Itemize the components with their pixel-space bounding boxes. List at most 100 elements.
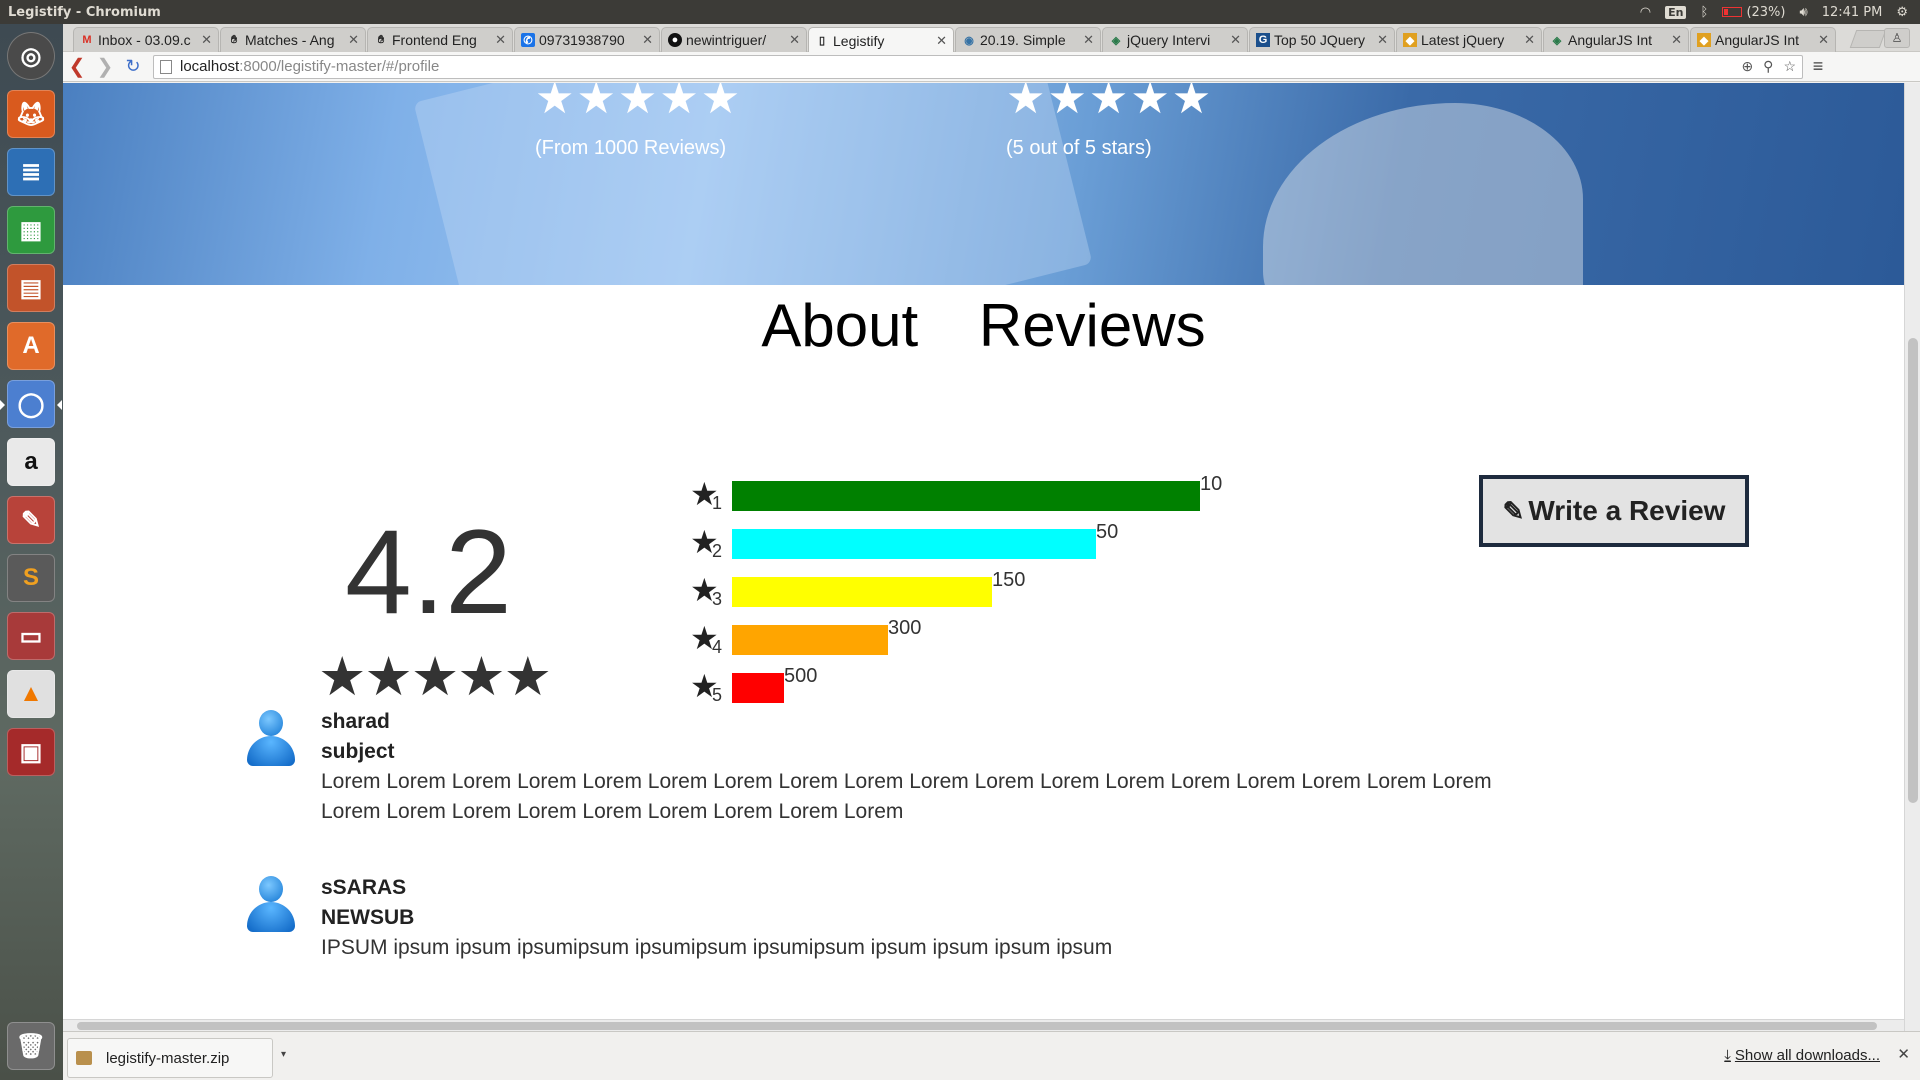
- page-info-icon[interactable]: [160, 59, 172, 74]
- user-avatar-icon: [243, 710, 299, 768]
- hero-review-count: (From 1000 Reviews): [535, 137, 727, 159]
- battery-indicator[interactable]: (23%): [1722, 5, 1785, 20]
- close-tab-icon[interactable]: ✕: [936, 33, 947, 49]
- url-host: localhost: [180, 58, 240, 75]
- browser-tab[interactable]: ◈ AngularJS Int ✕: [1543, 27, 1689, 52]
- browser-tab[interactable]: ● newintriguer/ ✕: [661, 27, 807, 52]
- browser-tab[interactable]: ✆ 09731938790 ✕: [514, 27, 660, 52]
- address-bar[interactable]: localhost:8000/legistify-master/#/profil…: [153, 54, 1803, 79]
- amazon-icon[interactable]: a: [7, 438, 55, 486]
- browser-tab[interactable]: M Inbox - 03.09.c ✕: [73, 27, 219, 52]
- close-tab-icon[interactable]: ✕: [1524, 32, 1535, 48]
- review-body: Lorem Lorem Lorem Lorem Lorem Lorem Lore…: [321, 770, 1492, 823]
- badge-icon: ◆: [1697, 33, 1711, 47]
- hero-rating-caption: (5 out of 5 stars): [1006, 137, 1152, 159]
- rating-bar-category: 2: [712, 541, 723, 561]
- horizontal-scroll-thumb[interactable]: [77, 1022, 1877, 1030]
- battery-percent: (23%): [1746, 4, 1786, 20]
- window-title: Legistify - Chromium: [8, 4, 161, 20]
- archive-manager-icon[interactable]: ▭: [7, 612, 55, 660]
- close-tab-icon[interactable]: ✕: [1083, 32, 1094, 48]
- close-tab-icon[interactable]: ✕: [1377, 32, 1388, 48]
- clock[interactable]: 12:41 PM: [1822, 5, 1883, 20]
- vlc-icon[interactable]: ▲: [7, 670, 55, 718]
- gmail-icon: M: [82, 34, 92, 46]
- volume-icon[interactable]: 🔊︎: [1799, 5, 1807, 20]
- browser-tab[interactable]: ◈ jQuery Intervi ✕: [1102, 27, 1248, 52]
- wifi-icon[interactable]: ◠: [1640, 5, 1651, 20]
- back-button[interactable]: ❮: [63, 53, 91, 81]
- tab-label: Inbox - 03.09.c: [98, 32, 191, 48]
- rating-bar-category: 4: [712, 637, 723, 657]
- close-downloads-bar-icon[interactable]: ✕: [1897, 1045, 1910, 1063]
- firefox-icon[interactable]: 🦊︎: [7, 90, 55, 138]
- user-profile-icon[interactable]: ♙: [1884, 28, 1910, 48]
- tab-label: Legistify: [833, 32, 885, 49]
- software-center-icon[interactable]: A: [7, 322, 55, 370]
- close-tab-icon[interactable]: ✕: [495, 32, 506, 48]
- browser-tab[interactable]: ◉ 20.19. Simple ✕: [955, 27, 1101, 52]
- sublime-text-icon[interactable]: S: [7, 554, 55, 602]
- github-icon: ●: [668, 33, 682, 47]
- keyboard-language-indicator[interactable]: En: [1665, 5, 1687, 19]
- close-tab-icon[interactable]: ✕: [348, 32, 359, 48]
- show-all-downloads-label: Show all downloads...: [1734, 1047, 1880, 1064]
- tab-label: AngularJS Int: [1715, 32, 1800, 48]
- rating-bar: [732, 481, 1200, 511]
- back-arrow-icon: ❮: [68, 56, 86, 78]
- close-tab-icon[interactable]: ✕: [789, 32, 800, 48]
- dash-home-icon[interactable]: ◎: [7, 32, 55, 80]
- trash-icon[interactable]: 🗑︎: [7, 1022, 55, 1070]
- bluetooth-icon[interactable]: ᛒ: [1700, 5, 1708, 20]
- close-tab-icon[interactable]: ✕: [1818, 32, 1829, 48]
- tab-label: Matches - Ang: [245, 32, 335, 48]
- close-tab-icon[interactable]: ✕: [1230, 32, 1241, 48]
- tab-reviews[interactable]: Reviews: [979, 292, 1206, 359]
- browser-tab[interactable]: ✋︎ Matches - Ang ✕: [220, 27, 366, 52]
- review-subject: subject: [321, 740, 395, 763]
- calc-icon[interactable]: ▦: [7, 206, 55, 254]
- close-tab-icon[interactable]: ✕: [201, 32, 212, 48]
- download-item[interactable]: legistify-master.zip ▾: [67, 1038, 286, 1078]
- badge-icon: ◆: [1403, 33, 1417, 47]
- browser-tab[interactable]: ◆ Latest jQuery ✕: [1396, 27, 1542, 52]
- download-filename: legistify-master.zip: [106, 1049, 230, 1067]
- bookmark-star-icon[interactable]: ☆: [1783, 58, 1796, 75]
- browser-tab[interactable]: ◆ AngularJS Int ✕: [1690, 27, 1836, 52]
- rating-bar: [732, 625, 888, 655]
- page-viewport: ★★★★★ (From 1000 Reviews) ★★★★★ (5 out o…: [63, 83, 1904, 1019]
- writer-icon[interactable]: ≣: [7, 148, 55, 196]
- terminal-app-icon[interactable]: ▣: [7, 728, 55, 776]
- browser-tab[interactable]: ✋︎ Frontend Eng ✕: [367, 27, 513, 52]
- browser-tab-active[interactable]: ▯ Legistify ✕: [808, 27, 954, 53]
- phone-icon: ✆: [521, 33, 535, 47]
- impress-icon[interactable]: ▤: [7, 264, 55, 312]
- reload-button[interactable]: ↻: [119, 53, 147, 81]
- hamburger-menu-icon: ≡: [1812, 56, 1824, 76]
- system-settings-icon[interactable]: ✎: [7, 496, 55, 544]
- review-author: sharad: [321, 710, 390, 733]
- vertical-scroll-thumb[interactable]: [1908, 338, 1918, 803]
- show-all-downloads-link[interactable]: ⤓ Show all downloads...: [1724, 1047, 1880, 1064]
- review-subject: NEWSUB: [321, 906, 415, 929]
- chrome-menu-button[interactable]: ≡: [1803, 53, 1833, 81]
- horizontal-scrollbar[interactable]: [63, 1019, 1904, 1031]
- vertical-scrollbar[interactable]: [1904, 83, 1920, 1031]
- close-tab-icon[interactable]: ✕: [1671, 32, 1682, 48]
- close-tab-icon[interactable]: ✕: [642, 32, 653, 48]
- settings-gear-icon[interactable]: ⚙: [1896, 5, 1908, 20]
- write-review-button[interactable]: ✎ Write a Review: [1479, 475, 1749, 547]
- rating-bar: [732, 577, 992, 607]
- hero-background-hand: [1263, 103, 1583, 285]
- downloads-bar: legistify-master.zip ▾ ⤓ Show all downloa…: [63, 1031, 1920, 1080]
- pin-icon[interactable]: ⚲: [1763, 58, 1773, 75]
- forward-button[interactable]: ❯: [91, 53, 119, 81]
- zoom-icon[interactable]: ⊕: [1741, 58, 1753, 75]
- chromium-icon[interactable]: ◯: [0, 380, 62, 428]
- browser-tab[interactable]: G Top 50 JQuery ✕: [1249, 27, 1395, 52]
- page-icon: ▯: [818, 35, 826, 47]
- tab-about[interactable]: About: [761, 292, 918, 359]
- new-tab-button[interactable]: [1849, 30, 1887, 48]
- tab-label: 09731938790: [539, 32, 625, 48]
- download-options-caret-icon[interactable]: ▾: [281, 1049, 286, 1060]
